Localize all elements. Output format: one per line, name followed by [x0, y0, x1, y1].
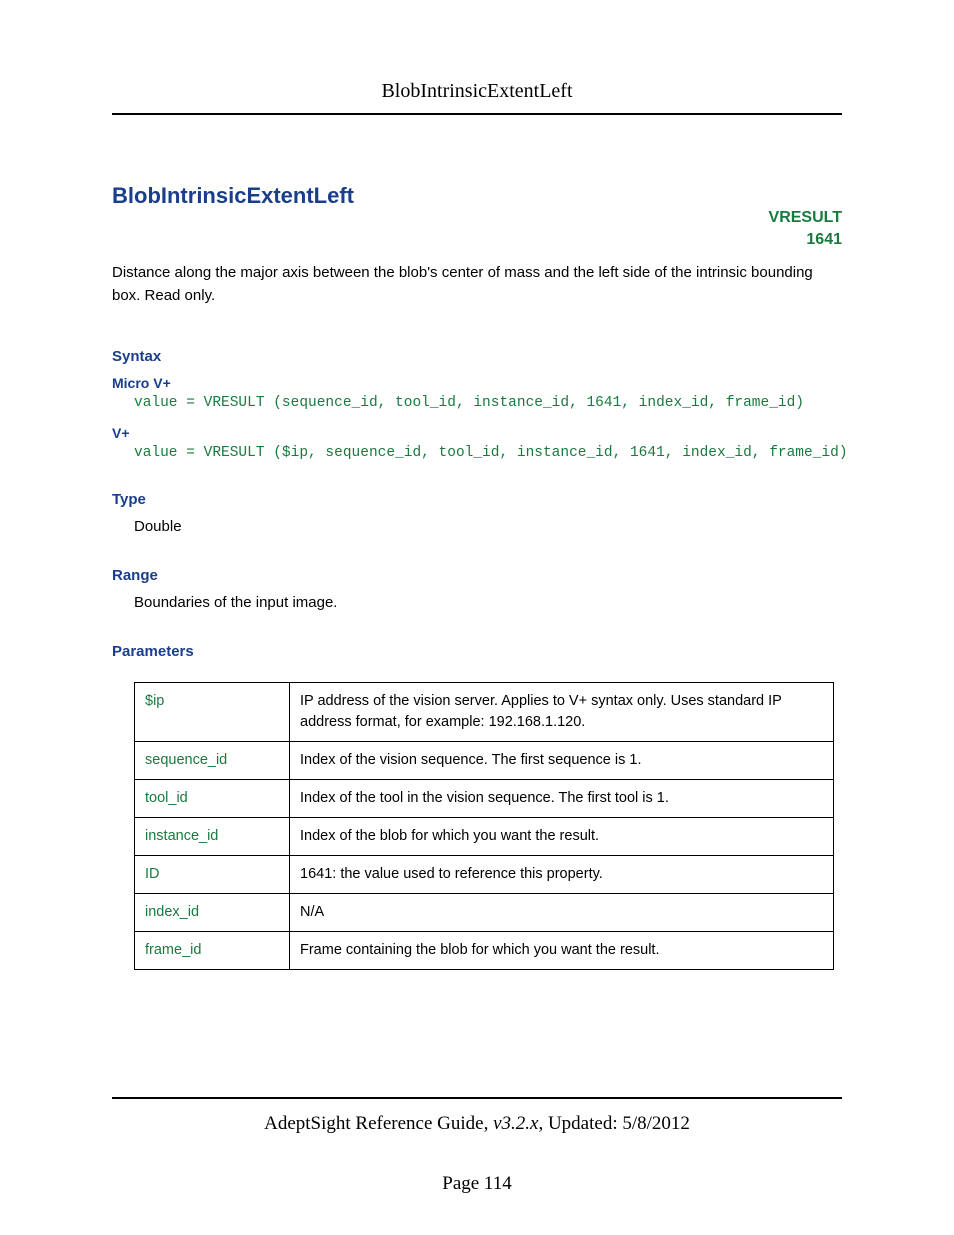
range-heading: Range — [112, 567, 842, 584]
type-heading: Type — [112, 491, 842, 508]
type-section: Type Double — [112, 491, 842, 535]
page-title: BlobIntrinsicExtentLeft — [112, 183, 842, 209]
description-text: Distance along the major axis between th… — [112, 261, 842, 308]
badge-name: VRESULT — [769, 207, 842, 229]
syntax-section: Syntax Micro V+ value = VRESULT (sequenc… — [112, 348, 842, 461]
header-title: BlobIntrinsicExtentLeft — [112, 80, 842, 113]
type-value: Double — [112, 518, 842, 535]
table-row: ID1641: the value used to reference this… — [135, 855, 834, 893]
param-desc: IP address of the vision server. Applies… — [290, 682, 834, 741]
footer-guide: AdeptSight Reference Guide — [264, 1113, 483, 1134]
table-row: sequence_idIndex of the vision sequence.… — [135, 741, 834, 779]
table-row: $ipIP address of the vision server. Appl… — [135, 682, 834, 741]
param-desc: Frame containing the blob for which you … — [290, 931, 834, 969]
parameters-section: Parameters $ipIP address of the vision s… — [112, 643, 842, 970]
parameters-table: $ipIP address of the vision server. Appl… — [134, 682, 834, 970]
vplus-label: V+ — [112, 425, 842, 441]
range-section: Range Boundaries of the input image. — [112, 567, 842, 611]
param-name: tool_id — [135, 779, 290, 817]
micro-vplus-code: value = VRESULT (sequence_id, tool_id, i… — [112, 395, 842, 411]
header-rule — [112, 113, 842, 115]
page-number: Page 114 — [112, 1173, 842, 1195]
param-desc: Index of the tool in the vision sequence… — [290, 779, 834, 817]
param-desc: Index of the vision sequence. The first … — [290, 741, 834, 779]
footer-version: , v3.2.x — [484, 1113, 539, 1134]
param-name: frame_id — [135, 931, 290, 969]
param-name: sequence_id — [135, 741, 290, 779]
result-badge: VRESULT 1641 — [769, 207, 842, 252]
parameters-heading: Parameters — [112, 643, 842, 660]
param-desc: Index of the blob for which you want the… — [290, 817, 834, 855]
page-footer: AdeptSight Reference Guide, v3.2.x, Upda… — [112, 1097, 842, 1195]
syntax-heading: Syntax — [112, 348, 842, 365]
badge-code: 1641 — [769, 229, 842, 251]
param-desc: N/A — [290, 893, 834, 931]
param-name: $ip — [135, 682, 290, 741]
param-name: ID — [135, 855, 290, 893]
footer-rule — [112, 1097, 842, 1099]
table-row: tool_idIndex of the tool in the vision s… — [135, 779, 834, 817]
param-desc: 1641: the value used to reference this p… — [290, 855, 834, 893]
range-value: Boundaries of the input image. — [112, 594, 842, 611]
footer-updated: , Updated: 5/8/2012 — [538, 1113, 689, 1134]
param-name: instance_id — [135, 817, 290, 855]
table-row: instance_idIndex of the blob for which y… — [135, 817, 834, 855]
table-row: index_idN/A — [135, 893, 834, 931]
vplus-code: value = VRESULT ($ip, sequence_id, tool_… — [112, 445, 842, 461]
param-name: index_id — [135, 893, 290, 931]
table-row: frame_idFrame containing the blob for wh… — [135, 931, 834, 969]
footer-text: AdeptSight Reference Guide, v3.2.x, Upda… — [112, 1113, 842, 1135]
title-row: BlobIntrinsicExtentLeft VRESULT 1641 — [112, 183, 842, 209]
micro-vplus-label: Micro V+ — [112, 375, 842, 391]
